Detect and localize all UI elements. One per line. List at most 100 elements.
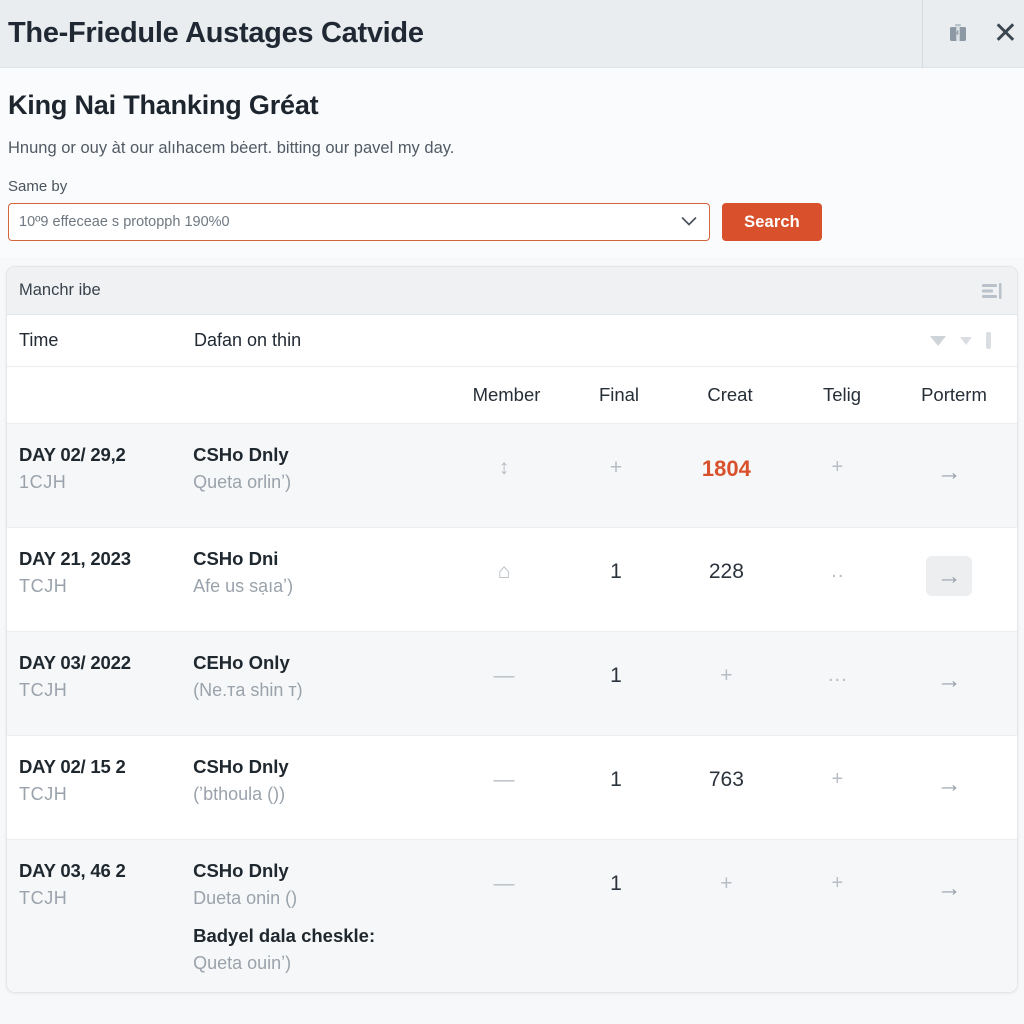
results-toolbar-title: Manchr ibe	[19, 281, 101, 299]
row-date: DAY 02/ 29,2	[19, 444, 126, 465]
cell-telig[interactable]: ..	[782, 546, 893, 583]
cell-porterm: →	[894, 442, 1005, 492]
table-row[interactable]: DAY 21, 2023 TCJH CSHo Dni Afe us sạıaʼ) ⌂ 1 2…	[7, 527, 1017, 631]
cell-final[interactable]: +	[561, 442, 670, 480]
cell-telig[interactable]: +	[782, 754, 893, 791]
row-date: DAY 03, 46 2	[19, 860, 126, 881]
sort-desc-icon[interactable]	[930, 335, 946, 346]
cell-member[interactable]: ⌂	[447, 546, 561, 584]
cell-member[interactable]: —	[447, 754, 561, 792]
close-icon[interactable]: ✕	[993, 19, 1018, 49]
column-header-member[interactable]: Member	[449, 384, 564, 406]
list-sort-icon[interactable]	[981, 281, 1003, 301]
search-panel: King Nai Thanking Gréat Hnung or ouy àt …	[0, 68, 1024, 257]
row-arrow-right-icon[interactable]: →	[926, 556, 973, 596]
column-header-telig[interactable]: Telig	[786, 384, 898, 406]
column-header-time[interactable]: Time	[19, 330, 194, 351]
row-subtitle: Dueta onin ()	[193, 888, 298, 908]
device-icon[interactable]	[945, 19, 971, 49]
cell-telig[interactable]: +	[782, 442, 893, 479]
row-subtitle: (ʼbthoula ())	[193, 784, 286, 804]
table-header-row: Time Dafan on thin	[7, 315, 1017, 367]
cell-member[interactable]: ↕	[447, 442, 561, 480]
title-bar-actions: ✕	[921, 0, 1024, 68]
column-header-creat[interactable]: Creat	[674, 384, 786, 406]
row-subtitle: (Ne.тa shin т)	[193, 680, 303, 700]
row-date: DAY 03/ 2022	[19, 652, 131, 673]
cell-member[interactable]: —	[447, 650, 561, 688]
page-title: King Nai Thanking Gréat	[8, 90, 319, 120]
cell-final[interactable]: 1	[561, 650, 670, 688]
cell-final[interactable]: 1	[561, 858, 670, 896]
row-code: TCJH	[19, 576, 68, 596]
row-arrow-right-icon[interactable]: →	[926, 452, 972, 492]
cell-time: DAY 03/ 2022 TCJH	[19, 650, 193, 701]
title-bar: The-Friedule Austages Catvide ✕	[0, 0, 1024, 68]
row-title: CEHo Only	[193, 652, 290, 673]
app-window: The-Friedule Austages Catvide ✕ King Nai…	[0, 0, 1024, 1024]
row-code: TCJH	[19, 680, 68, 700]
table-row[interactable]: DAY 03, 46 2 TCJH CSHo Dnly Dueta onin () Ba…	[7, 839, 1017, 992]
cell-creat[interactable]: 1804	[671, 442, 782, 482]
cell-description: CEHo Only (Ne.тa shin т)	[193, 650, 447, 701]
cell-telig[interactable]: ...	[782, 650, 893, 687]
table-row[interactable]: DAY 02/ 29,2 1CJH CSHo Dnly Queta orlinʼ) ↕ +…	[7, 423, 1017, 527]
cell-description: CSHo Dni Afe us sạıaʼ)	[193, 546, 447, 597]
row-subtitle: Afe us sạıaʼ)	[193, 576, 294, 596]
row-date: DAY 21, 2023	[19, 548, 131, 569]
cell-creat[interactable]: 228	[671, 546, 782, 584]
column-header-porterm[interactable]: Porterm	[898, 384, 1010, 406]
cell-description: CSHo Dnly (ʼbthoula ())	[193, 754, 447, 805]
cell-porterm: →	[894, 754, 1005, 804]
row-code: TCJH	[19, 784, 68, 804]
filter-caret-icon[interactable]	[960, 336, 972, 345]
chevron-down-icon	[681, 215, 697, 230]
search-button[interactable]: Search	[722, 203, 822, 241]
row-extra-subtitle: Queta ouinʼ)	[193, 953, 292, 973]
page-subtitle: Hnung or ouy àt our alıhacem bėert. bitt…	[8, 139, 455, 157]
row-title: CSHo Dnly	[193, 756, 289, 777]
row-title: CSHo Dni	[193, 548, 279, 569]
cell-time: DAY 02/ 29,2 1CJH	[19, 442, 193, 493]
search-row: 10º9 effeceae s protopph 190%0 Search	[8, 203, 1016, 241]
cell-creat[interactable]: +	[671, 650, 782, 688]
results-card: Manchr ibe Time Dafan on thin Member Fin…	[6, 266, 1018, 993]
cell-time: DAY 21, 2023 TCJH	[19, 546, 193, 597]
cell-final[interactable]: 1	[561, 754, 670, 792]
table-body: DAY 02/ 29,2 1CJH CSHo Dnly Queta orlinʼ) ↕ +…	[7, 423, 1017, 992]
table-row[interactable]: DAY 03/ 2022 TCJH CEHo Only (Ne.тa shin т) —…	[7, 631, 1017, 735]
row-extra-title: Badyel dala cheskle:	[193, 925, 376, 946]
row-arrow-right-icon[interactable]: →	[926, 660, 972, 700]
row-code: TCJH	[19, 888, 68, 908]
column-labels-row: Member Final Creat Telig Porterm	[7, 367, 1017, 423]
row-arrow-right-icon[interactable]: →	[926, 764, 972, 804]
cell-porterm: →	[894, 650, 1005, 700]
search-select[interactable]: 10º9 effeceae s protopph 190%0	[8, 203, 710, 241]
row-code: 1CJH	[19, 472, 67, 492]
cell-time: DAY 02/ 15 2 TCJH	[19, 754, 193, 805]
table-row[interactable]: DAY 02/ 15 2 TCJH CSHo Dnly (ʼbthoula ()) —1…	[7, 735, 1017, 839]
search-select-value: 10º9 effeceae s protopph 190%0	[19, 214, 230, 230]
window-title: The-Friedule Austages Catvide	[8, 17, 424, 49]
cell-porterm: →	[894, 858, 1005, 908]
cell-description: CSHo Dnly Dueta onin () Badyel dala cheskl…	[193, 858, 447, 974]
cell-telig[interactable]: +	[782, 858, 893, 895]
row-arrow-right-icon[interactable]: →	[926, 868, 972, 908]
column-header-final[interactable]: Final	[564, 384, 674, 406]
cell-description: CSHo Dnly Queta orlinʼ)	[193, 442, 447, 493]
cell-creat[interactable]: +	[671, 858, 782, 896]
cell-member[interactable]: —	[447, 858, 561, 896]
row-subtitle: Queta orlinʼ)	[193, 472, 292, 492]
cell-time: DAY 03, 46 2 TCJH	[19, 858, 193, 909]
cell-creat[interactable]: 763	[671, 754, 782, 792]
divider-bar-icon	[986, 332, 991, 349]
row-title: CSHo Dnly	[193, 444, 289, 465]
results-toolbar: Manchr ibe	[7, 267, 1017, 315]
cell-final[interactable]: 1	[561, 546, 670, 584]
search-field-label: Same by	[8, 178, 68, 195]
header-sort-controls	[930, 332, 991, 349]
row-title: CSHo Dnly	[193, 860, 289, 881]
row-date: DAY 02/ 15 2	[19, 756, 126, 777]
column-header-description[interactable]: Dafan on thin	[194, 330, 301, 351]
cell-porterm: →	[894, 546, 1005, 596]
